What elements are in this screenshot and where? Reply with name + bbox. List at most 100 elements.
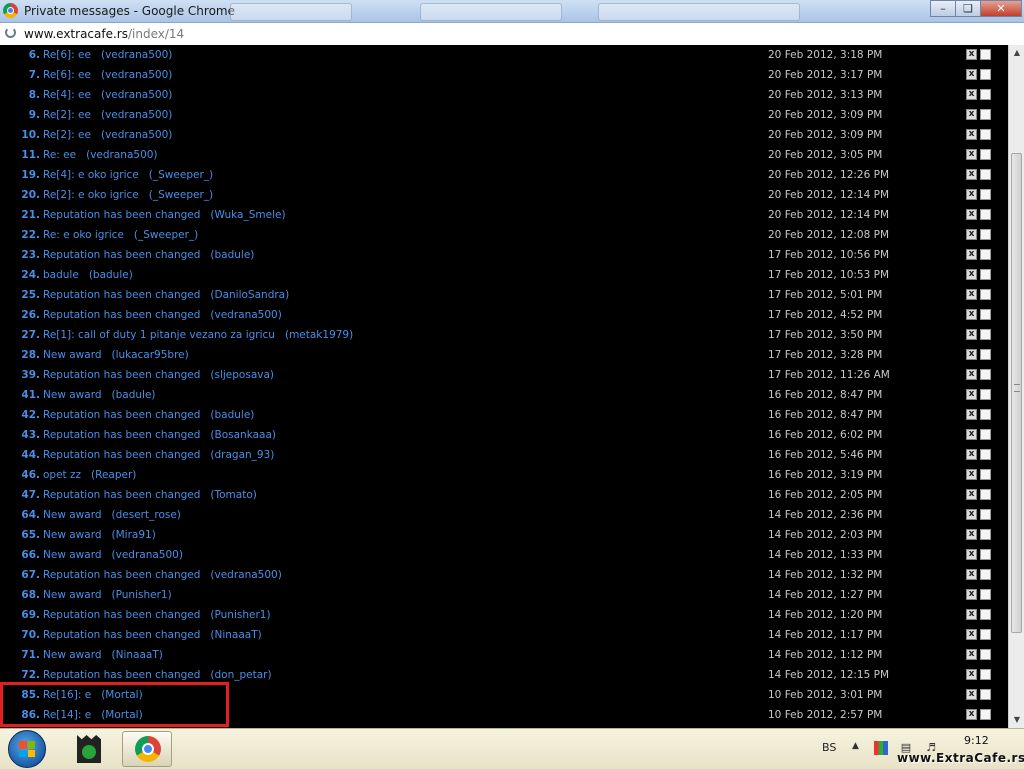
message-subject-link[interactable]: New award (desert_rose) xyxy=(43,507,181,523)
message-subject[interactable]: New award xyxy=(43,529,102,541)
select-checkbox[interactable] xyxy=(980,529,991,540)
select-checkbox[interactable] xyxy=(980,429,991,440)
message-subject-link[interactable]: Re[4]: e oko igrice (_Sweeper_) xyxy=(43,167,213,183)
select-checkbox[interactable] xyxy=(980,49,991,60)
select-checkbox[interactable] xyxy=(980,89,991,100)
delete-icon[interactable]: x xyxy=(966,329,977,340)
message-subject[interactable]: Re[2]: e oko igrice xyxy=(43,189,139,201)
message-author[interactable]: (Wuka_Smele) xyxy=(210,209,285,221)
message-author[interactable]: (dragan_93) xyxy=(210,449,274,461)
message-author[interactable]: (NinaaaT) xyxy=(112,649,163,661)
taskbar-chrome[interactable] xyxy=(122,731,172,767)
message-subject-link[interactable]: opet zz (Reaper) xyxy=(43,467,136,483)
message-subject[interactable]: New award xyxy=(43,349,102,361)
message-subject[interactable]: Reputation has been changed xyxy=(43,409,200,421)
select-checkbox[interactable] xyxy=(980,629,991,640)
background-tab[interactable] xyxy=(420,3,562,21)
message-author[interactable]: (vedrana500) xyxy=(101,69,172,81)
delete-icon[interactable]: x xyxy=(966,549,977,560)
message-subject[interactable]: Reputation has been changed xyxy=(43,569,200,581)
select-checkbox[interactable] xyxy=(980,249,991,260)
message-subject-link[interactable]: Reputation has been changed (DaniloSandr… xyxy=(43,287,289,303)
maximize-button[interactable]: ❏ xyxy=(955,0,981,17)
message-author[interactable]: (DaniloSandra) xyxy=(210,289,289,301)
message-author[interactable]: (NinaaaT) xyxy=(210,629,261,641)
message-subject-link[interactable]: Re: e oko igrice (_Sweeper_) xyxy=(43,227,198,243)
message-subject[interactable]: Reputation has been changed xyxy=(43,449,200,461)
message-subject-link[interactable]: Reputation has been changed (sljeposava) xyxy=(43,367,274,383)
select-checkbox[interactable] xyxy=(980,509,991,520)
message-author[interactable]: (Mira91) xyxy=(112,529,156,541)
select-checkbox[interactable] xyxy=(980,109,991,120)
delete-icon[interactable]: x xyxy=(966,149,977,160)
message-author[interactable]: (badule) xyxy=(210,249,254,261)
message-subject-link[interactable]: Reputation has been changed (vedrana500) xyxy=(43,307,282,323)
start-button[interactable] xyxy=(8,730,46,768)
select-checkbox[interactable] xyxy=(980,589,991,600)
select-checkbox[interactable] xyxy=(980,369,991,380)
message-author[interactable]: (vedrana500) xyxy=(101,49,172,61)
message-subject[interactable]: Re[6]: ee xyxy=(43,49,91,61)
delete-icon[interactable]: x xyxy=(966,489,977,500)
message-subject-link[interactable]: Reputation has been changed (Wuka_Smele) xyxy=(43,207,286,223)
message-subject[interactable]: Re[4]: ee xyxy=(43,89,91,101)
select-checkbox[interactable] xyxy=(980,469,991,480)
message-author[interactable]: (badule) xyxy=(210,409,254,421)
message-author[interactable]: (Punisher1) xyxy=(210,609,270,621)
message-author[interactable]: (don_petar) xyxy=(210,669,271,681)
delete-icon[interactable]: x xyxy=(966,189,977,200)
delete-icon[interactable]: x xyxy=(966,629,977,640)
message-subject[interactable]: New award xyxy=(43,589,102,601)
message-author[interactable]: (metak1979) xyxy=(285,329,353,341)
select-checkbox[interactable] xyxy=(980,69,991,80)
message-subject[interactable]: badule xyxy=(43,269,79,281)
delete-icon[interactable]: x xyxy=(966,709,977,720)
message-subject[interactable]: Re[2]: ee xyxy=(43,129,91,141)
message-subject-link[interactable]: Reputation has been changed (don_petar) xyxy=(43,667,272,683)
delete-icon[interactable]: x xyxy=(966,389,977,400)
delete-icon[interactable]: x xyxy=(966,669,977,680)
vertical-scrollbar[interactable]: ▲ ▼ xyxy=(1008,45,1024,728)
scroll-thumb[interactable] xyxy=(1011,153,1022,633)
select-checkbox[interactable] xyxy=(980,209,991,220)
message-author[interactable]: (vedrana500) xyxy=(210,569,281,581)
message-subject[interactable]: New award xyxy=(43,549,102,561)
message-subject-link[interactable]: Reputation has been changed (Punisher1) xyxy=(43,607,271,623)
select-checkbox[interactable] xyxy=(980,449,991,460)
message-author[interactable]: (vedrana500) xyxy=(101,89,172,101)
message-subject-link[interactable]: Reputation has been changed (NinaaaT) xyxy=(43,627,262,643)
message-subject[interactable]: Reputation has been changed xyxy=(43,489,200,501)
message-subject[interactable]: Reputation has been changed xyxy=(43,369,200,381)
select-checkbox[interactable] xyxy=(980,389,991,400)
delete-icon[interactable]: x xyxy=(966,649,977,660)
select-checkbox[interactable] xyxy=(980,129,991,140)
select-checkbox[interactable] xyxy=(980,289,991,300)
delete-icon[interactable]: x xyxy=(966,169,977,180)
message-subject[interactable]: Re: ee xyxy=(43,149,76,161)
message-subject[interactable]: Reputation has been changed xyxy=(43,429,200,441)
delete-icon[interactable]: x xyxy=(966,229,977,240)
message-author[interactable]: (_Sweeper_) xyxy=(149,189,213,201)
reload-icon[interactable] xyxy=(5,27,16,38)
message-subject-link[interactable]: New award (Punisher1) xyxy=(43,587,172,603)
message-subject-link[interactable]: Re[4]: ee (vedrana500) xyxy=(43,87,172,103)
select-checkbox[interactable] xyxy=(980,149,991,160)
message-subject[interactable]: Reputation has been changed xyxy=(43,209,200,221)
message-subject-link[interactable]: Re[2]: e oko igrice (_Sweeper_) xyxy=(43,187,213,203)
minimize-button[interactable]: – xyxy=(930,0,956,17)
message-author[interactable]: (badule) xyxy=(89,269,133,281)
select-checkbox[interactable] xyxy=(980,609,991,620)
delete-icon[interactable]: x xyxy=(966,69,977,80)
select-checkbox[interactable] xyxy=(980,409,991,420)
message-subject[interactable]: opet zz xyxy=(43,469,81,481)
select-checkbox[interactable] xyxy=(980,349,991,360)
delete-icon[interactable]: x xyxy=(966,89,977,100)
select-checkbox[interactable] xyxy=(980,309,991,320)
delete-icon[interactable]: x xyxy=(966,469,977,480)
message-author[interactable]: (badule) xyxy=(112,389,156,401)
clock[interactable]: 9:12 xyxy=(964,734,989,747)
message-subject[interactable]: Re[6]: ee xyxy=(43,69,91,81)
message-subject-link[interactable]: Re: ee (vedrana500) xyxy=(43,147,158,163)
background-tab[interactable] xyxy=(230,3,352,21)
select-checkbox[interactable] xyxy=(980,669,991,680)
